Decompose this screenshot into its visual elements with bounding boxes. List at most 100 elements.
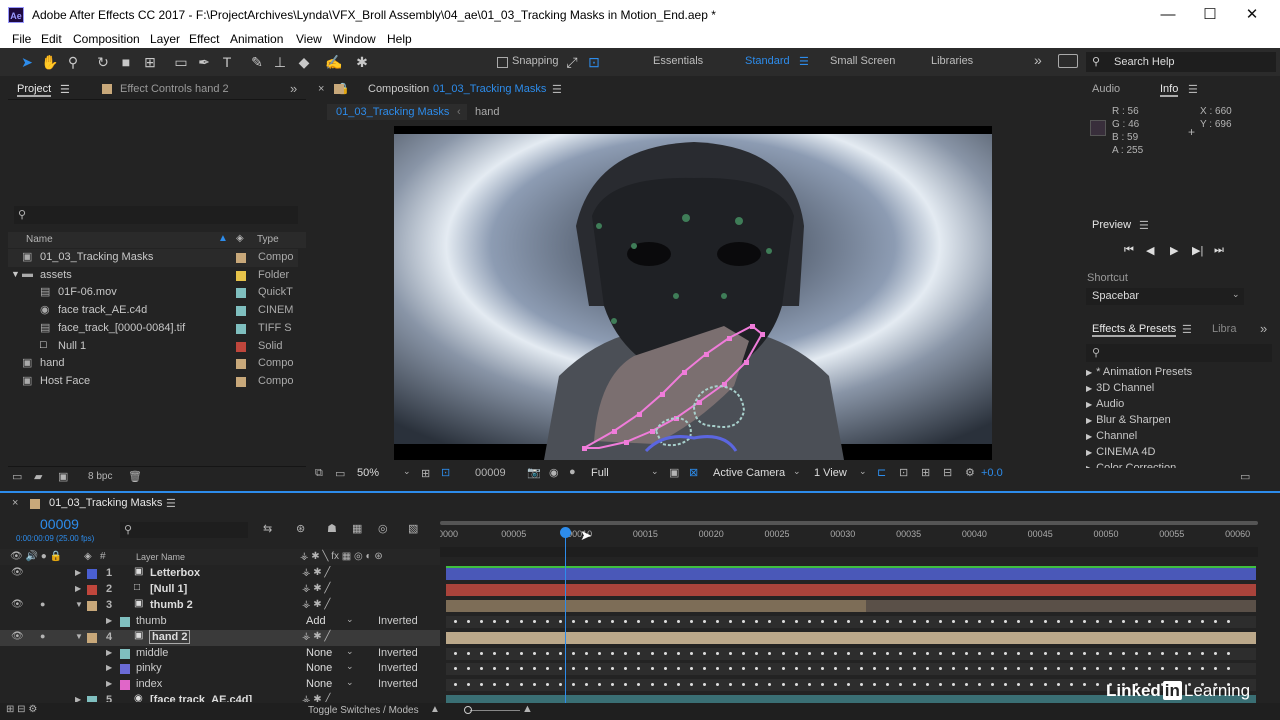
keyframe-icon[interactable] [716, 667, 719, 671]
keyframe-icon[interactable] [1082, 667, 1086, 671]
layer-name[interactable]: [Null 1] [150, 583, 187, 595]
safe-zones-icon[interactable]: ⊞ [421, 467, 430, 480]
visibility-eye-icon[interactable]: 👁 [11, 567, 24, 578]
mask-row[interactable]: ▶ pinky None ⌄ Inverted [0, 661, 440, 677]
keyframe-icon[interactable] [689, 683, 693, 687]
keyframe-icon[interactable] [833, 651, 837, 655]
keyframe-icon[interactable] [1017, 683, 1021, 687]
keyframe-icon[interactable] [794, 683, 798, 687]
composition-tab-name[interactable]: 01_03_Tracking Masks [433, 83, 546, 95]
tab-effect-controls[interactable]: Effect Controls hand 2 [120, 83, 229, 95]
keyframe-icon[interactable] [873, 619, 877, 623]
camera-tool-icon[interactable]: ■ [117, 53, 135, 71]
tab-info[interactable]: Info [1160, 83, 1179, 97]
project-item[interactable]: ▼ ▬ assets Folder [8, 267, 298, 285]
keyframe-icon[interactable] [807, 619, 811, 623]
keyframe-icon[interactable] [768, 651, 772, 655]
mask-inverted-toggle[interactable]: Inverted [378, 615, 418, 627]
mask-inverted-toggle[interactable]: Inverted [378, 662, 418, 674]
keyframe-icon[interactable] [978, 667, 981, 671]
keyframe-icon[interactable] [1082, 619, 1086, 623]
mask-color-swatch[interactable] [120, 680, 130, 691]
keyframe-icon[interactable] [768, 683, 772, 687]
keyframe-icon[interactable] [676, 651, 680, 655]
keyframe-icon[interactable] [847, 651, 850, 655]
keyframe-icon[interactable] [1161, 667, 1165, 671]
keyframe-icon[interactable] [1135, 619, 1139, 623]
keyframe-icon[interactable] [650, 667, 654, 671]
layer-row[interactable]: ▶ 5 ◉ [face track_AE.c4d] ⚶ ✱ ╱ [0, 693, 440, 702]
keyframe-icon[interactable] [899, 667, 903, 671]
layer-row[interactable]: 👁 ● ▼ 4 ▣ hand 2 ⚶ ✱ ╱ [0, 629, 440, 646]
keyframe-icon[interactable] [493, 667, 497, 671]
timeline-icon[interactable]: ⊞ [921, 466, 930, 479]
keyframe-icon[interactable] [991, 667, 995, 671]
keyframe-icon[interactable] [742, 683, 746, 687]
close-timeline-tab-icon[interactable]: × [12, 497, 18, 509]
snapping-checkbox[interactable] [497, 57, 508, 68]
keyframe-icon[interactable] [991, 619, 995, 623]
keyframe-icon[interactable] [480, 667, 484, 671]
keyframe-icon[interactable] [1095, 651, 1099, 655]
keyframe-icon[interactable] [676, 683, 680, 687]
keyframe-icon[interactable] [873, 651, 877, 655]
search-help-field[interactable]: ⚲ Search Help [1086, 52, 1276, 72]
mask-inverted-toggle[interactable]: Inverted [378, 678, 418, 690]
keyframe-icon[interactable] [532, 667, 536, 671]
visibility-eye-icon[interactable]: 👁 [11, 599, 24, 610]
keyframe-icon[interactable] [755, 651, 759, 655]
brush-tool-icon[interactable]: ✎ [248, 53, 266, 71]
keyframe-icon[interactable] [847, 683, 850, 687]
expand-triangle-icon[interactable]: ▶ [106, 648, 112, 657]
mask-mode-dropdown[interactable]: None [306, 678, 332, 690]
motion-blur-icon[interactable]: ◎ [378, 522, 388, 535]
flowchart-icon[interactable]: ⊟ [943, 466, 952, 479]
keyframe-icon[interactable] [1017, 619, 1021, 623]
keyframe-icon[interactable] [1122, 667, 1126, 671]
mask-keyframe-track[interactable] [446, 647, 1256, 660]
keyframe-icon[interactable] [925, 683, 929, 687]
keyframe-icon[interactable] [833, 619, 837, 623]
keyframe-icon[interactable] [467, 651, 471, 655]
keyframe-icon[interactable] [781, 619, 785, 623]
project-panel-menu-icon[interactable]: ☰ [60, 83, 70, 96]
keyframe-icon[interactable] [807, 683, 811, 687]
zoom-dropdown[interactable]: 50% [357, 467, 379, 479]
keyframe-icon[interactable] [598, 667, 602, 671]
show-snapshot-icon[interactable]: ◉ [549, 466, 559, 479]
keyframe-icon[interactable] [742, 619, 746, 623]
keyframe-icon[interactable] [1174, 651, 1178, 655]
workspace-libraries[interactable]: Libraries [931, 55, 973, 67]
keyframe-icon[interactable] [781, 667, 785, 671]
keyframe-icon[interactable] [493, 651, 497, 655]
keyframe-icon[interactable] [755, 619, 759, 623]
keyframe-icon[interactable] [978, 651, 981, 655]
expand-triangle-icon[interactable]: ▼ [11, 269, 20, 279]
menu-file[interactable]: File [12, 32, 31, 46]
keyframe-icon[interactable] [454, 683, 457, 687]
keyframe-icon[interactable] [1135, 651, 1139, 655]
keyframe-icon[interactable] [925, 619, 929, 623]
keyframe-icon[interactable] [467, 619, 471, 623]
keyframe-icon[interactable] [467, 667, 471, 671]
composition-tab-label[interactable]: Composition [368, 83, 429, 95]
keyframe-icon[interactable] [493, 683, 497, 687]
keyframe-icon[interactable] [1069, 667, 1073, 671]
keyframe-icon[interactable] [532, 619, 536, 623]
layer-switches-icons[interactable]: ⚶ ✱ ╱ [302, 631, 330, 642]
mask-color-swatch[interactable] [120, 664, 130, 675]
keyframe-icon[interactable] [480, 683, 484, 687]
info-menu-icon[interactable]: ☰ [1188, 83, 1198, 96]
layer-duration-bar[interactable] [446, 599, 1256, 612]
keyframe-icon[interactable] [925, 667, 929, 671]
interpret-footage-icon[interactable]: ▭ [12, 470, 22, 483]
keyframe-icon[interactable] [912, 683, 916, 687]
keyframe-icon[interactable] [755, 667, 759, 671]
zoom-slider-thumb[interactable] [464, 706, 472, 714]
keyframe-icon[interactable] [545, 683, 549, 687]
keyframe-icon[interactable] [886, 683, 890, 687]
frame-blending-icon[interactable]: ▦ [352, 522, 362, 535]
close-comp-tab-icon[interactable]: × [318, 83, 324, 95]
close-button[interactable]: ✕ [1232, 4, 1272, 26]
keyframe-icon[interactable] [598, 619, 602, 623]
